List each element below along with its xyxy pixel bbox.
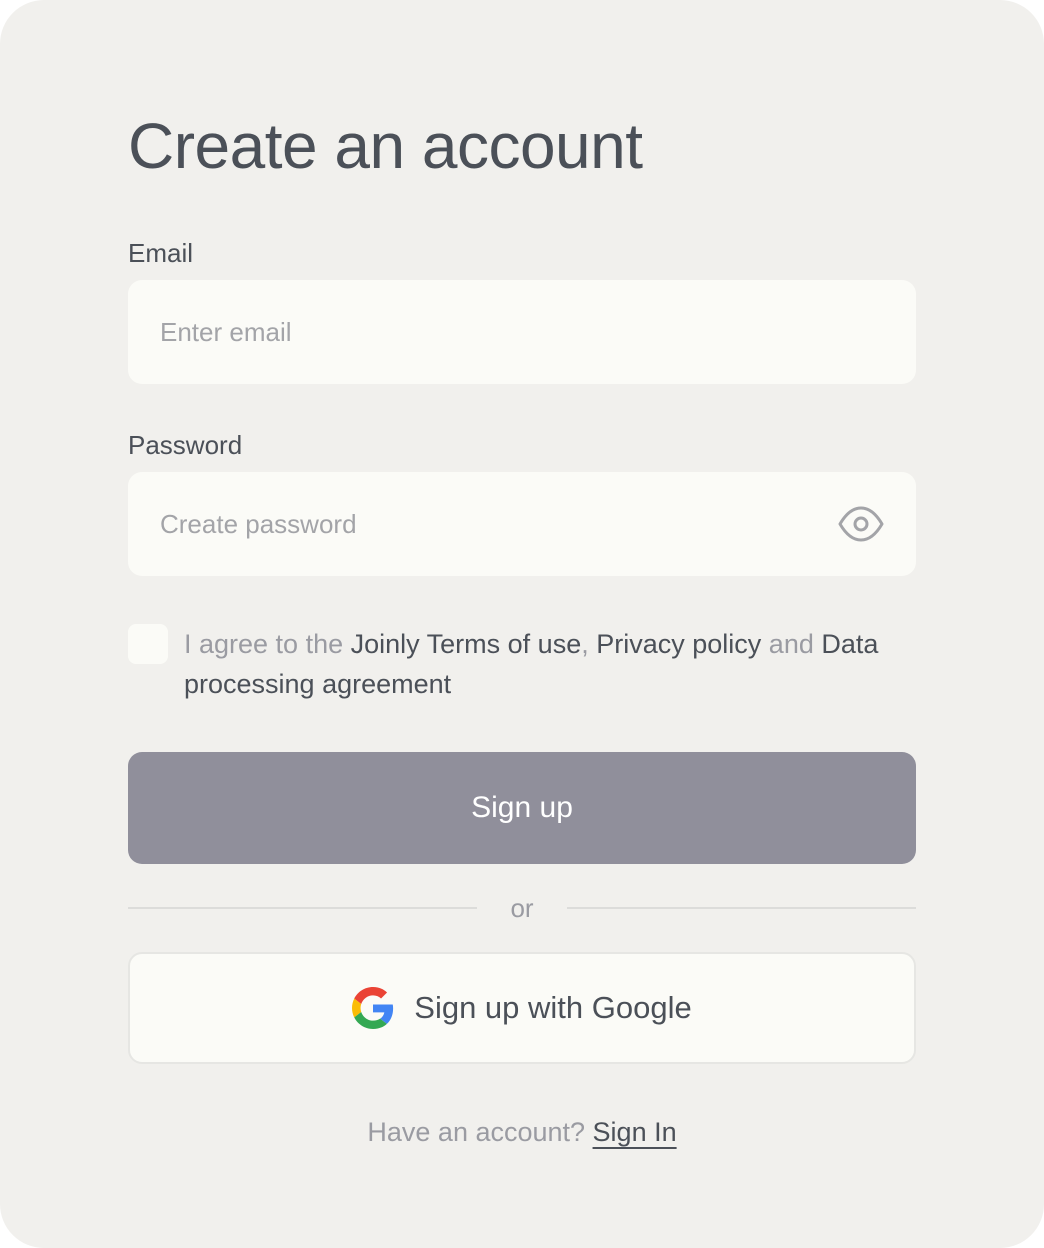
password-field-container: [128, 472, 916, 576]
agreement-comma: ,: [581, 629, 597, 659]
divider-left: [128, 907, 477, 909]
email-field[interactable]: [160, 280, 820, 384]
divider-or-text: or: [510, 893, 534, 923]
sign-in-link[interactable]: Sign In: [593, 1117, 677, 1147]
terms-of-use-link[interactable]: Joinly Terms of use: [351, 629, 582, 659]
signup-card: Create an account Email Password I agree…: [0, 0, 1044, 1248]
sign-up-with-google-button[interactable]: Sign up with Google: [128, 952, 916, 1064]
sign-up-button[interactable]: Sign up: [128, 752, 916, 864]
eye-icon[interactable]: [838, 504, 884, 544]
sign-up-with-google-label: Sign up with Google: [414, 990, 692, 1025]
agreement-prefix: I agree to the: [184, 629, 351, 659]
password-label: Password: [128, 430, 243, 460]
password-field[interactable]: [160, 472, 820, 576]
have-account-text: Have an account?: [367, 1117, 593, 1147]
sign-in-prompt: Have an account? Sign In: [0, 1114, 1044, 1150]
page-title: Create an account: [128, 110, 643, 182]
email-field-container: [128, 280, 916, 384]
agree-checkbox[interactable]: [128, 624, 168, 664]
agreement-text: I agree to the Joinly Terms of use, Priv…: [184, 624, 924, 704]
email-label: Email: [128, 238, 194, 268]
sign-up-button-label: Sign up: [471, 791, 573, 824]
google-icon: [352, 987, 394, 1029]
divider-right: [567, 907, 916, 909]
agreement-and: and: [761, 629, 822, 659]
privacy-policy-link[interactable]: Privacy policy: [596, 629, 761, 659]
